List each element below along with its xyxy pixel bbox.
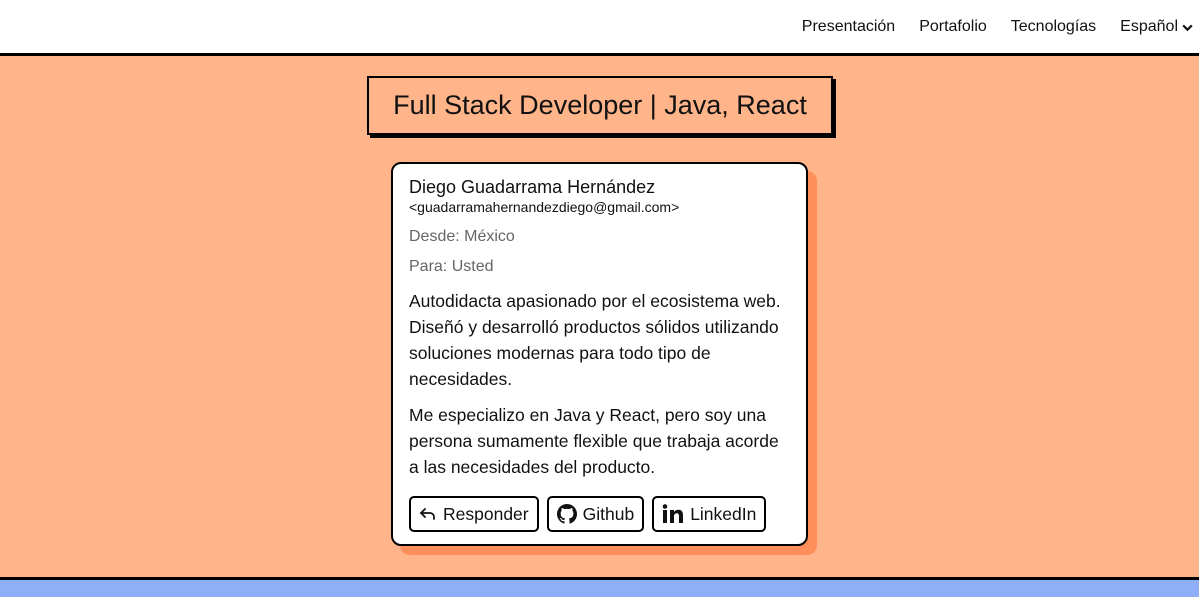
github-button[interactable]: Github [546, 496, 645, 532]
nav-link-presentacion[interactable]: Presentación [802, 17, 895, 37]
top-navbar: Presentación Portafolio Tecnologías Espa… [0, 0, 1199, 56]
sender-email: <guadarramahernandezdiego@gmail.com> [409, 199, 680, 215]
bio-paragraph-1: Autodidacta apasionado por el ecosistema… [409, 291, 781, 389]
hero-section: Full Stack Developer | Java, React Diego… [0, 59, 1199, 578]
chevron-down-icon [1182, 24, 1193, 31]
reply-icon [420, 508, 435, 520]
nav-link-portafolio[interactable]: Portafolio [919, 17, 987, 37]
linkedin-button[interactable]: LinkedIn [652, 496, 767, 532]
linkedin-button-label: LinkedIn [690, 503, 757, 524]
from-line: Desde: México [409, 228, 515, 245]
next-section-band [0, 577, 1199, 597]
email-card: Diego Guadarrama Hernández <guadarramahe… [391, 162, 808, 546]
linkedin-icon [662, 504, 684, 523]
nav-links: Presentación Portafolio Tecnologías Espa… [778, 17, 1194, 37]
card-actions: Responder Github LinkedIn [409, 496, 774, 532]
reply-button-label: Responder [443, 503, 529, 524]
github-icon [556, 504, 577, 524]
nav-link-tecnologias[interactable]: Tecnologías [1011, 17, 1096, 37]
language-select-label: Español [1120, 18, 1178, 35]
sender-name: Diego Guadarrama Hernández [409, 177, 656, 197]
language-select[interactable]: Español [1120, 17, 1194, 37]
to-line: Para: Usted [409, 258, 494, 275]
github-button-label: Github [582, 503, 635, 524]
page-title: Full Stack Developer | Java, React [393, 90, 807, 120]
bio-paragraph-2: Me especializo en Java y React, pero soy… [409, 405, 779, 477]
reply-button[interactable]: Responder [409, 496, 539, 532]
headline-box: Full Stack Developer | Java, React [367, 76, 833, 135]
